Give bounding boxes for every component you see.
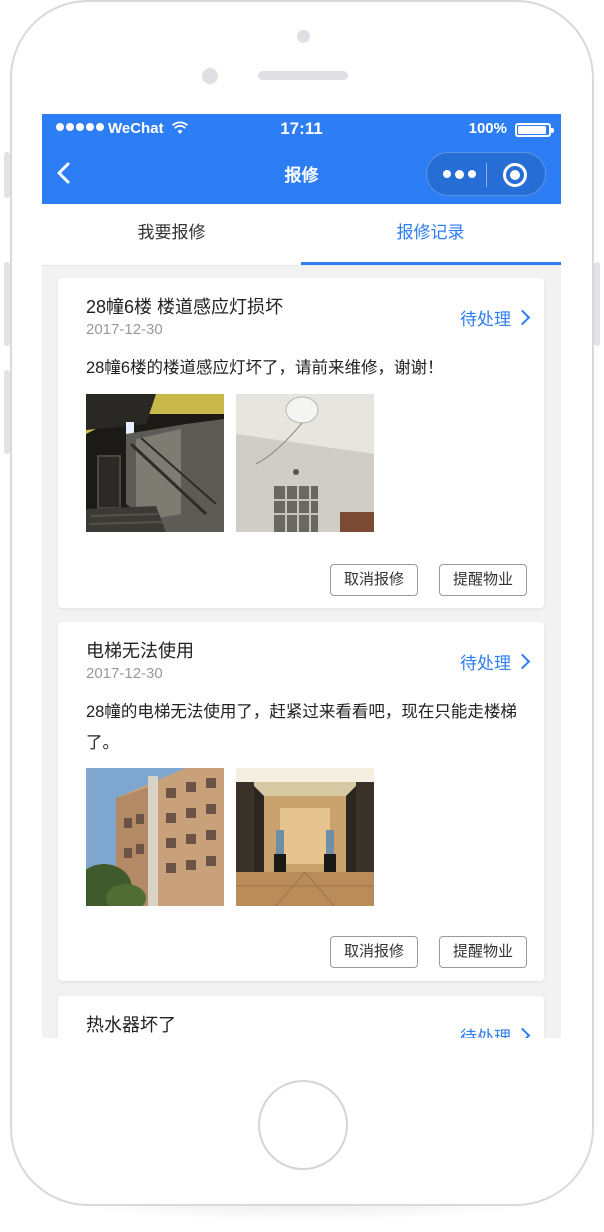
more-options-icon[interactable] (443, 169, 476, 179)
power-button (594, 262, 600, 346)
volume-up-button (4, 262, 10, 346)
repair-record-card[interactable]: 电梯无法使用 2017-12-30 待处理 28幢的电梯无法使用了，赶紧过来看看… (58, 622, 544, 981)
capsule-divider (486, 163, 487, 187)
chevron-right-icon (514, 653, 531, 670)
battery-icon (515, 123, 554, 137)
earpiece-speaker (258, 71, 348, 80)
record-description: 28幢的电梯无法使用了，赶紧过来看看吧，现在只能走楼梯了。 (86, 703, 517, 752)
active-tab-indicator (301, 262, 561, 265)
remind-property-button[interactable]: 提醒物业 (439, 936, 527, 968)
top-bar: WeChat 17:11 100% 报修 (42, 114, 561, 204)
repair-record-card[interactable]: 28幢6楼 楼道感应灯损坏 2017-12-30 待处理 28幢6楼的楼道感应灯… (58, 278, 544, 608)
close-miniprogram-icon[interactable] (503, 163, 527, 187)
app-screen: WeChat 17:11 100% 报修 我要报修 报修记录 28幢6楼 楼道感… (42, 114, 561, 1038)
chevron-right-icon (514, 1027, 531, 1038)
record-title: 热水器坏了 (86, 1015, 176, 1035)
elevator-lobby-photo[interactable] (236, 768, 374, 906)
record-status-link[interactable]: 待处理 (460, 305, 531, 330)
cancel-repair-button[interactable]: 取消报修 (330, 936, 418, 968)
record-title: 电梯无法使用 (86, 641, 194, 661)
battery-percentage: 100% (468, 120, 507, 137)
tab-bar: 我要报修 报修记录 (42, 204, 561, 266)
record-status: 待处理 (460, 310, 511, 329)
ceiling-light-photo[interactable] (236, 394, 374, 532)
proximity-sensor (202, 68, 218, 84)
tab-repair-records[interactable]: 报修记录 (301, 204, 560, 266)
record-title: 28幢6楼 楼道感应灯损坏 (86, 297, 284, 317)
mute-switch (4, 152, 10, 198)
record-status-link[interactable]: 待处理 (460, 649, 531, 674)
record-status: 待处理 (460, 1028, 511, 1038)
stairwell-photo[interactable] (86, 394, 224, 532)
building-photo[interactable] (86, 768, 224, 906)
front-camera (297, 30, 310, 43)
cancel-repair-button[interactable]: 取消报修 (330, 564, 418, 596)
status-bar: WeChat 17:11 100% (42, 114, 561, 144)
chevron-right-icon (514, 309, 531, 326)
volume-down-button (4, 370, 10, 454)
record-date: 2017-12-30 (86, 321, 163, 338)
home-button[interactable] (258, 1080, 348, 1170)
repair-record-card[interactable]: 热水器坏了 待处理 (58, 996, 544, 1038)
record-status: 待处理 (460, 654, 511, 673)
record-status-link[interactable]: 待处理 (460, 1023, 531, 1038)
record-date: 2017-12-30 (86, 665, 163, 682)
remind-property-button[interactable]: 提醒物业 (439, 564, 527, 596)
record-description: 28幢6楼的楼道感应灯坏了，请前来维修，谢谢！ (86, 359, 444, 377)
tab-submit-repair[interactable]: 我要报修 (42, 204, 301, 266)
miniprogram-capsule (426, 152, 546, 196)
